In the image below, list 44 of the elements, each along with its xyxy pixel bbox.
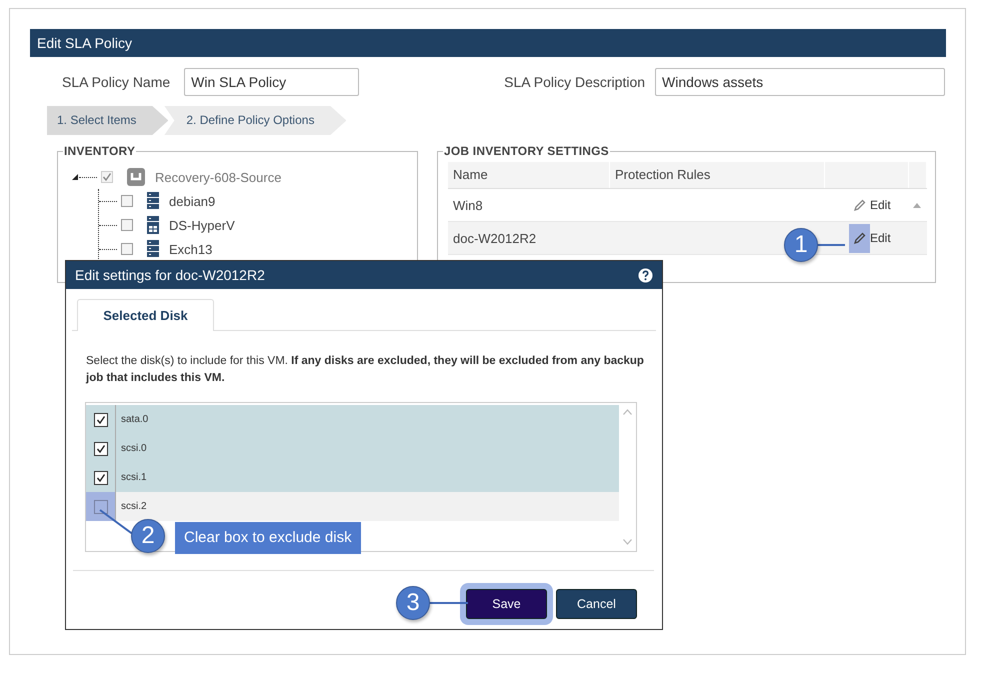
wizard-step[interactable]: 2. Define Policy Options bbox=[164, 106, 346, 135]
disk-name: scsi.0 bbox=[120, 443, 147, 454]
tab[interactable]: Selected Disk bbox=[77, 299, 214, 331]
disk-row[interactable]: sata.0 bbox=[86, 405, 619, 434]
pencil-icon bbox=[853, 198, 866, 212]
disk-row[interactable]: scsi.2 bbox=[86, 492, 619, 521]
page-title: Edit SLA Policy bbox=[30, 29, 946, 57]
server-icon bbox=[147, 192, 159, 210]
scroll-up-icon[interactable] bbox=[623, 409, 632, 415]
text-field[interactable]: Windows assets bbox=[655, 68, 946, 96]
cube-icon bbox=[127, 168, 145, 186]
cancel-button[interactable]: Cancel bbox=[556, 589, 637, 619]
help-icon[interactable] bbox=[638, 268, 653, 282]
disk-row[interactable]: scsi.1 bbox=[86, 463, 619, 492]
checkbox[interactable] bbox=[94, 412, 108, 426]
disk-name: scsi.2 bbox=[120, 501, 147, 512]
table-cell-text: doc-W2012R2 bbox=[452, 230, 538, 246]
edit-button[interactable]: Edit bbox=[853, 198, 891, 212]
edit-button[interactable]: Edit bbox=[853, 224, 891, 252]
disk-name: sata.0 bbox=[120, 414, 148, 425]
leader-line bbox=[429, 602, 468, 604]
text-field[interactable]: Win SLA Policy bbox=[184, 68, 360, 96]
scroll-up-icon[interactable] bbox=[913, 202, 921, 208]
panel-title: INVENTORY bbox=[63, 144, 136, 158]
panel-title: JOB INVENTORY SETTINGS bbox=[443, 144, 610, 158]
field-label: SLA Policy Description bbox=[504, 74, 646, 90]
server-icon bbox=[147, 240, 159, 258]
wizard-step[interactable]: 1. Select Items bbox=[47, 106, 168, 135]
instructions-text: Select the disk(s) to include for this VM. If any disks are excluded, they will be excluded from any backup job that includes this VM. bbox=[86, 354, 644, 386]
disk-row[interactable]: scsi.0 bbox=[86, 434, 619, 463]
pencil-icon bbox=[849, 224, 870, 252]
server-icon bbox=[147, 216, 159, 234]
callout-label: Clear box to exclude disk bbox=[175, 522, 361, 554]
checkbox[interactable] bbox=[94, 442, 108, 456]
column-header: Name bbox=[448, 162, 610, 188]
dialog-title: Edit settings for doc-W2012R2 bbox=[75, 266, 265, 285]
checkbox[interactable] bbox=[94, 470, 108, 484]
column-header: Protection Rules bbox=[610, 162, 825, 188]
field-label: SLA Policy Name bbox=[62, 74, 170, 90]
leader-line bbox=[817, 244, 845, 246]
scroll-down-icon[interactable] bbox=[623, 539, 632, 545]
table-cell-text: Win8 bbox=[452, 198, 484, 212]
disk-name: scsi.1 bbox=[120, 472, 147, 483]
expand-icon[interactable] bbox=[72, 174, 78, 180]
